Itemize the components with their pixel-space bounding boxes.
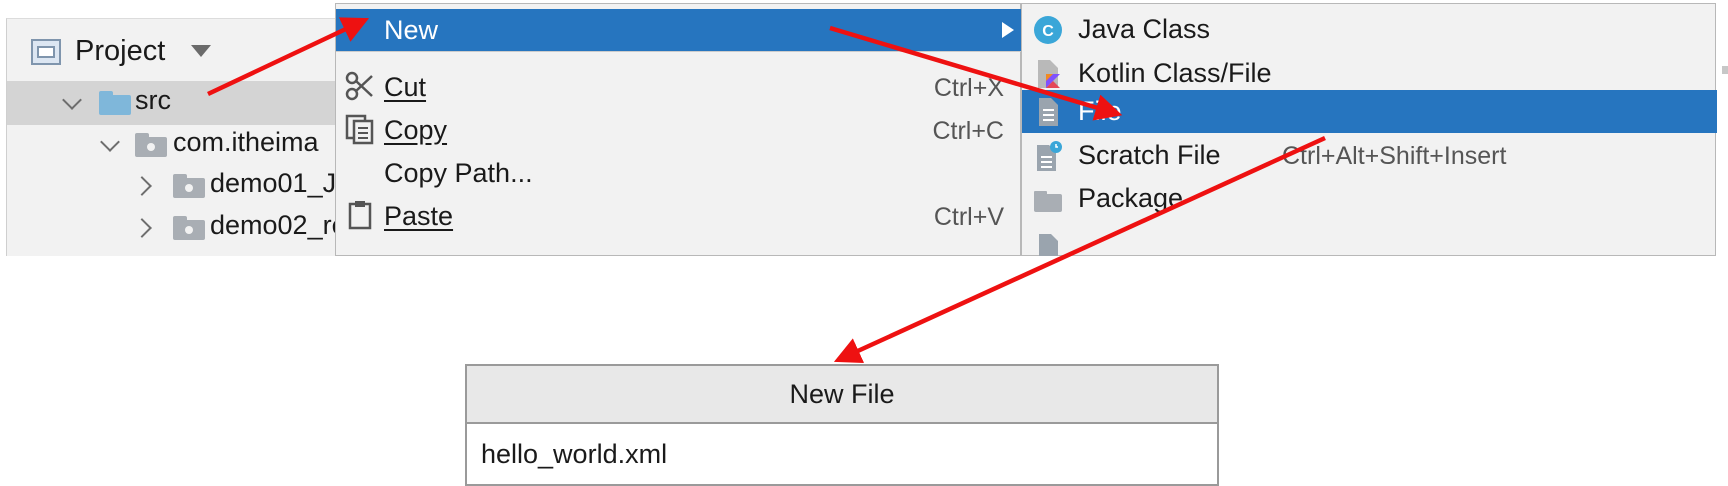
submenu-item-label: Kotlin Class/File — [1078, 58, 1272, 88]
menu-item-label: New — [384, 15, 439, 45]
kotlin-file-icon — [1038, 60, 1060, 88]
tree-row-demo01[interactable]: demo01_JU — [7, 164, 375, 208]
svg-text:C: C — [1042, 23, 1054, 40]
java-class-icon: C — [1034, 16, 1062, 44]
source-folder-icon — [99, 91, 131, 115]
tree-item-label: demo02_re — [210, 210, 347, 240]
package-icon — [1034, 191, 1062, 212]
context-menu: New Cut Ctrl+X Copy Ctrl+C Copy Path... … — [335, 3, 1022, 256]
project-panel-title: Project — [75, 35, 166, 67]
chevron-down-icon[interactable] — [100, 132, 120, 152]
tree-item-label: com.itheima — [173, 127, 319, 157]
menu-separator — [336, 51, 1022, 52]
menu-item-copy-path[interactable]: Copy Path... — [336, 152, 1022, 194]
tree-item-label: src — [135, 85, 171, 115]
scratch-file-icon — [1037, 141, 1062, 171]
new-submenu: C Java Class Kotlin Class/File File Scra… — [1021, 3, 1717, 256]
dropdown-caret-icon[interactable] — [191, 45, 211, 57]
file-icon — [1039, 234, 1058, 256]
submenu-item-label: Java Class — [1078, 14, 1211, 44]
submenu-item-file[interactable]: File — [1022, 90, 1717, 133]
new-file-dialog: New File — [465, 364, 1219, 486]
tree-row-src[interactable]: src — [7, 81, 375, 125]
menu-item-label: Cut — [384, 72, 427, 102]
menu-item-copy[interactable]: Copy Ctrl+C — [336, 109, 1022, 151]
project-view-icon — [31, 39, 61, 65]
menu-item-paste[interactable]: Paste Ctrl+V — [336, 195, 1022, 237]
submenu-item-label: Package — [1078, 183, 1184, 213]
menu-item-shortcut: Ctrl+X — [933, 74, 1004, 102]
submenu-item-package[interactable]: Package — [1022, 177, 1717, 220]
menu-item-label: Paste — [384, 201, 454, 231]
submenu-arrow-icon — [1002, 22, 1014, 38]
submenu-item-kotlin[interactable]: Kotlin Class/File — [1022, 52, 1717, 95]
dialog-header: New File — [467, 366, 1217, 424]
menu-item-cut[interactable]: Cut Ctrl+X — [336, 66, 1022, 108]
project-tool-window: Project src com.itheima demo01_JU demo02… — [6, 18, 375, 256]
tree-row-com-itheima[interactable]: com.itheima — [7, 123, 375, 167]
menu-item-shortcut: Ctrl+C — [932, 117, 1004, 145]
package-folder-icon — [135, 133, 167, 157]
submenu-item-scratch-file[interactable]: Scratch File Ctrl+Alt+Shift+Insert — [1022, 134, 1717, 177]
chevron-right-icon[interactable] — [132, 176, 152, 196]
copy-icon — [345, 114, 374, 145]
file-name-input[interactable] — [467, 424, 1217, 484]
chevron-down-icon[interactable] — [62, 90, 82, 110]
ide-screenshot-crop: Project src com.itheima demo01_JU demo02… — [0, 0, 1728, 256]
clipboard-icon — [348, 201, 372, 230]
scissors-icon — [345, 71, 373, 101]
tree-item-label: demo01_JU — [210, 168, 356, 198]
project-panel-header[interactable]: Project — [7, 19, 375, 85]
tree-row-demo02[interactable]: demo02_re — [7, 206, 375, 250]
chevron-right-icon[interactable] — [132, 218, 152, 238]
submenu-item-cutoff[interactable] — [1022, 220, 1717, 256]
menu-item-shortcut: Ctrl+V — [933, 203, 1004, 231]
menu-item-label: Copy Path... — [384, 158, 533, 188]
scrollbar-fragment — [1722, 66, 1728, 74]
menu-item-new[interactable]: New — [336, 9, 1022, 51]
package-folder-icon — [173, 216, 205, 240]
submenu-item-java-class[interactable]: C Java Class — [1022, 8, 1717, 51]
package-folder-icon — [173, 174, 205, 198]
file-icon — [1039, 98, 1058, 126]
menu-item-label: Copy — [384, 115, 448, 145]
submenu-item-label: Scratch File — [1078, 140, 1221, 170]
submenu-item-shortcut: Ctrl+Alt+Shift+Insert — [1282, 142, 1507, 170]
submenu-item-label: File — [1078, 96, 1122, 126]
dialog-title: New File — [789, 379, 895, 409]
